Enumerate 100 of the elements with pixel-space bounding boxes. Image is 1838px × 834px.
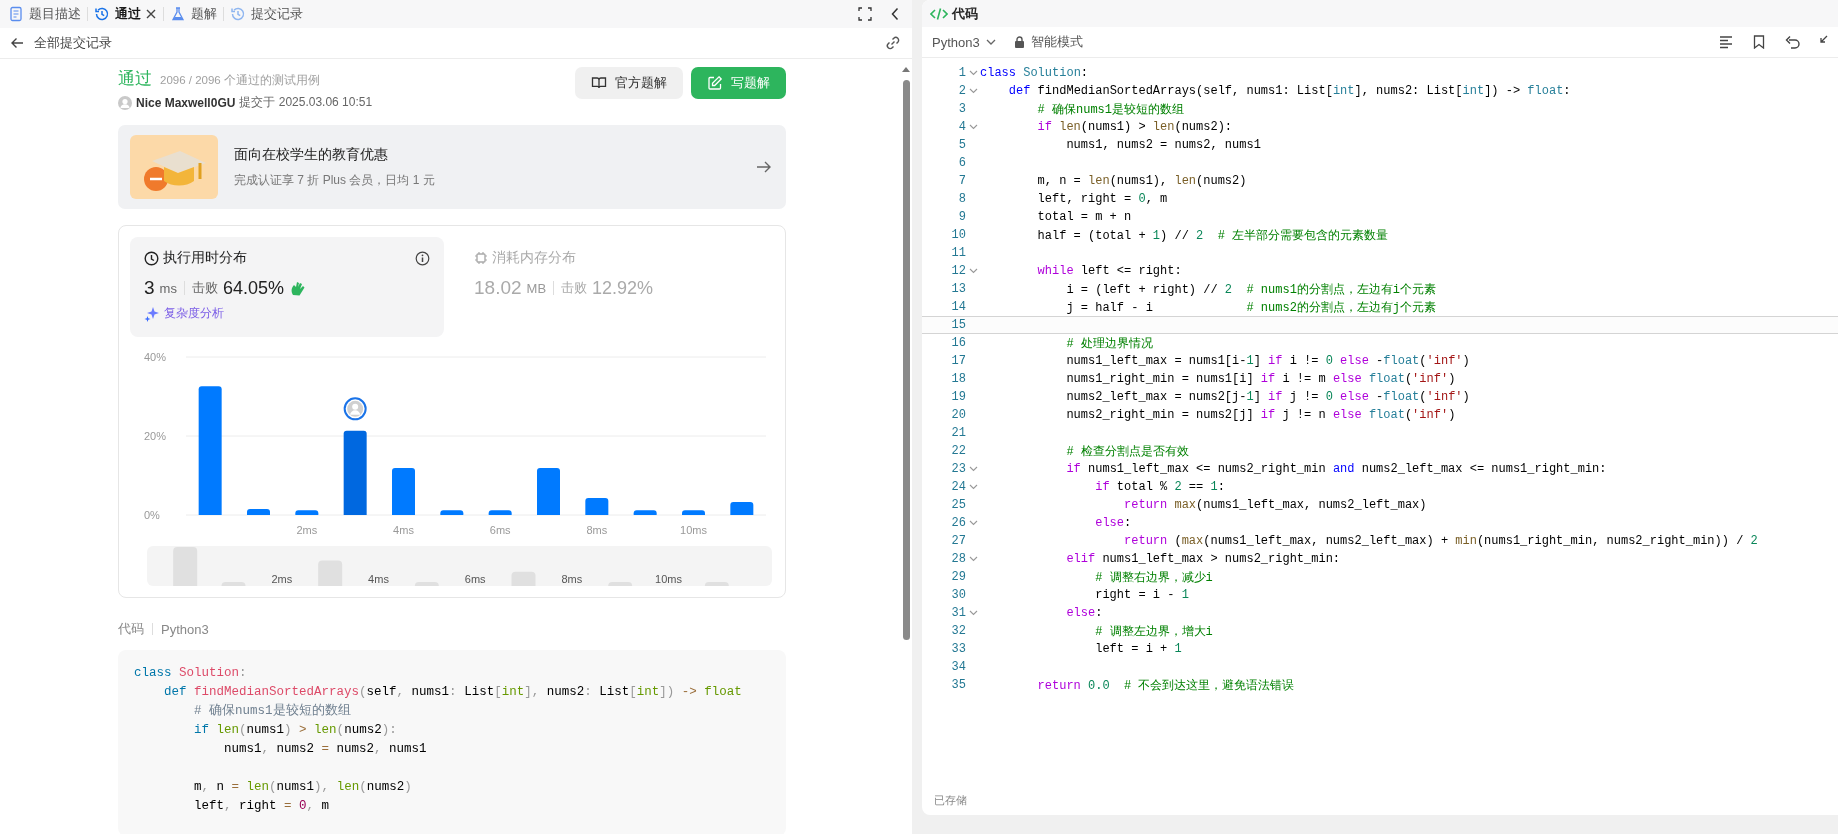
code-line: nums1, nums2 = nums2, nums1	[1065, 138, 1261, 152]
scroll-thumb[interactable]	[902, 80, 910, 640]
code-line: def findMedianSortedArrays(self, nums1: List[int], nums2: List[int]) -> float:	[1007, 84, 1571, 98]
line-number: 14	[950, 300, 966, 314]
distribution-tab[interactable]: 执行用时分布 3 ms 击败 64.05% 复杂度分析	[130, 237, 444, 337]
code-line: nums2_right_min = nums2[j] if j != n else float('inf')	[1065, 408, 1456, 422]
link-icon[interactable]	[884, 34, 902, 52]
code-line: nums1_left_max = nums1[i-1] if i != 0 else -float('inf')	[1065, 354, 1470, 368]
mode-toggle[interactable]: 智能模式	[1013, 33, 1083, 51]
tab[interactable]: 通过	[94, 5, 141, 23]
chevron-down-icon[interactable]	[968, 70, 978, 76]
code-icon	[930, 6, 948, 21]
chevron-down-icon[interactable]	[968, 124, 978, 130]
axis-label: 4ms	[393, 524, 414, 536]
sparkle-icon	[144, 305, 160, 322]
book-icon	[591, 75, 607, 91]
code-line: # 确保nums1是较短的数组	[1036, 101, 1185, 118]
line-number: 33	[950, 642, 966, 656]
runtime-value: 18.02	[474, 277, 522, 299]
line-number: 31	[950, 606, 966, 620]
scroll-up-icon[interactable]	[902, 67, 910, 72]
chevron-down-icon[interactable]	[968, 556, 978, 562]
code-line: nums2_left_max = nums2[j-1] if j != 0 else -float('inf')	[1065, 390, 1470, 404]
chevron-down-icon[interactable]	[968, 88, 978, 94]
chip-icon	[474, 251, 488, 265]
range-overview[interactable]: 2ms 4ms 6ms 8ms 10ms	[147, 546, 772, 586]
complexity-analysis-link[interactable]: 复杂度分析	[144, 305, 430, 322]
code-line: else:	[1094, 516, 1132, 530]
code-line: return max(nums1_left_max, nums2_left_max)	[1123, 498, 1427, 512]
line-number: 29	[950, 570, 966, 584]
tab[interactable]: 提交记录	[230, 5, 303, 23]
tab[interactable]: 题解	[170, 5, 217, 23]
line-number: 27	[950, 534, 966, 548]
avatar-icon	[343, 397, 367, 421]
line-number: 15	[950, 318, 966, 332]
line-number: 5	[957, 138, 966, 152]
save-status: 已存储	[934, 792, 967, 808]
info-icon[interactable]	[415, 250, 430, 266]
avatar-icon	[118, 95, 132, 110]
edit-icon	[707, 75, 723, 91]
line-number: 9	[957, 210, 966, 224]
clock-icon	[144, 250, 159, 266]
close-icon[interactable]	[145, 8, 157, 20]
tab[interactable]: 题目描述	[8, 5, 81, 23]
graduation-cap-icon	[130, 135, 218, 199]
language-dropdown[interactable]: Python3	[932, 34, 996, 50]
history-icon	[230, 6, 246, 22]
line-number: 13	[950, 282, 966, 296]
code-line: left, right = 0, m	[1036, 192, 1168, 206]
chevron-left-icon[interactable]	[890, 7, 900, 21]
undo-icon[interactable]	[1785, 35, 1800, 49]
clapping-hands-icon	[289, 279, 307, 297]
promo-card[interactable]: 面向在校学生的教育优惠 完成认证享 7 折 Plus 会员，日均 1 元	[118, 125, 786, 209]
document-icon	[8, 6, 24, 22]
lock-icon	[1013, 36, 1025, 48]
status-text: 通过	[118, 68, 152, 90]
line-number: 20	[950, 408, 966, 422]
line-number: 35	[950, 678, 966, 692]
format-icon[interactable]	[1719, 35, 1733, 49]
chevron-down-icon[interactable]	[968, 466, 978, 472]
code-line: elif nums1_left_max > nums2_right_min:	[1065, 552, 1341, 566]
beats-label: 击败	[191, 279, 218, 297]
unit-label: MB	[526, 280, 547, 296]
mini-bar	[511, 571, 536, 586]
promo-title: 面向在校学生的教育优惠	[234, 145, 389, 164]
code-line: nums1_right_min = nums1[i] if i != m else float('inf')	[1065, 372, 1456, 386]
mini-bar	[173, 546, 198, 586]
bookmark-icon[interactable]	[1753, 35, 1765, 49]
code-line: return 0.0 # 不会到达这里，避免语法错误	[1036, 677, 1295, 694]
user-name[interactable]: Nice Maxwell0GU	[136, 95, 236, 110]
code-line: # 调整左边界，增大i	[1094, 623, 1213, 640]
line-number: 21	[950, 426, 966, 440]
code-line: j = half - i # nums2的分割点，左边有j个元素	[1065, 299, 1437, 316]
line-number: 26	[950, 516, 966, 530]
line-number: 2	[957, 84, 966, 98]
code-line: right = i - 1	[1094, 588, 1189, 602]
code-line: # 调整右边界，减少i	[1094, 569, 1213, 586]
chevron-down-icon[interactable]	[968, 520, 978, 526]
distribution-title: 执行用时分布	[163, 249, 247, 267]
back-link[interactable]: 全部提交记录	[10, 34, 112, 52]
fullscreen-icon[interactable]	[858, 7, 872, 21]
line-number: 32	[950, 624, 966, 638]
language-label: Python3	[161, 621, 209, 637]
line-number: 18	[950, 372, 966, 386]
official-solution-button[interactable]: 官方题解	[575, 67, 683, 99]
line-number: 17	[950, 354, 966, 368]
line-number: 11	[950, 246, 966, 260]
code-line: # 处理边界情况	[1065, 335, 1153, 352]
code-line: # 检查分割点是否有效	[1065, 443, 1189, 460]
code-line: if len(nums1) > len(nums2):	[193, 722, 397, 739]
axis-label: 4ms	[368, 573, 389, 585]
code-line: else:	[1065, 606, 1103, 620]
beats-percent: 12.92%	[592, 277, 654, 299]
line-number: 16	[950, 336, 966, 350]
code-line: if nums1_left_max <= nums2_right_min and nums2_left_max <= nums1_right_min:	[1065, 462, 1607, 476]
axis-label: 20%	[144, 430, 167, 442]
chevron-down-icon[interactable]	[968, 610, 978, 616]
chevron-down-icon[interactable]	[968, 484, 978, 490]
chevron-down-icon[interactable]	[968, 268, 978, 274]
axis-label: 6ms	[489, 524, 511, 536]
